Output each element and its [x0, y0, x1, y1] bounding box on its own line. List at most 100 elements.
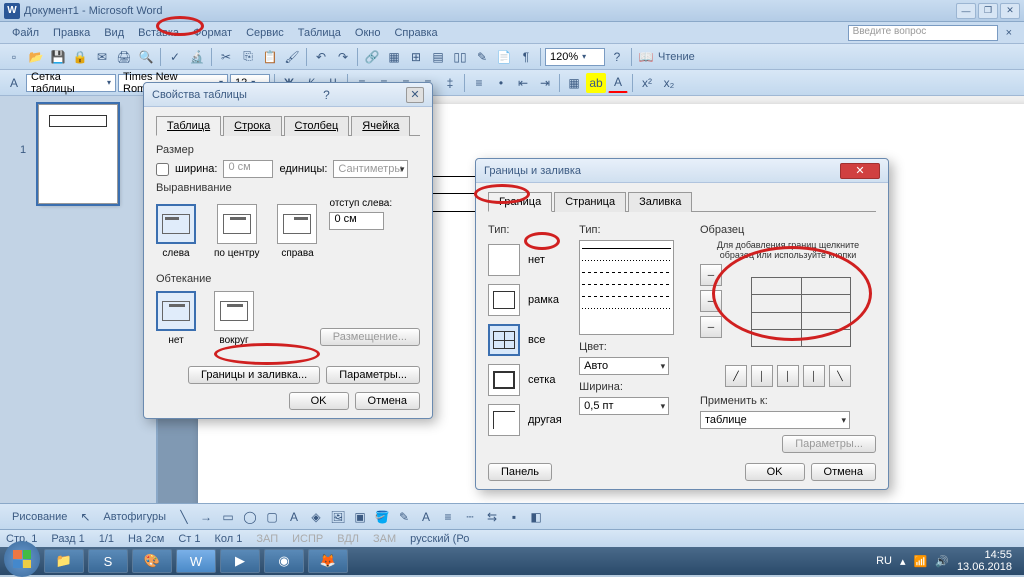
- rectangle-icon[interactable]: ▭: [218, 507, 238, 527]
- tray-date[interactable]: 13.06.2018: [957, 561, 1012, 573]
- menu-edit[interactable]: Правка: [47, 25, 96, 41]
- dialog1-cancel-button[interactable]: Отмена: [355, 392, 420, 410]
- research-icon[interactable]: 🔬: [187, 47, 207, 67]
- textbox-icon[interactable]: ▢: [262, 507, 282, 527]
- preview-left-button[interactable]: │: [751, 365, 773, 387]
- styles-pane-icon[interactable]: A: [4, 73, 24, 93]
- tab-page[interactable]: Страница: [554, 192, 626, 212]
- line-spacing-icon[interactable]: ‡: [440, 73, 460, 93]
- width-checkbox[interactable]: [156, 163, 169, 176]
- hyperlink-icon[interactable]: 🔗: [362, 47, 382, 67]
- tray-time[interactable]: 14:55: [957, 549, 1012, 561]
- indent-input[interactable]: 0 см: [329, 212, 384, 230]
- wrap-around-option[interactable]: [214, 291, 254, 331]
- tab-table[interactable]: Таблица: [156, 116, 221, 136]
- border-custom-option[interactable]: [488, 404, 520, 436]
- color-select[interactable]: Авто: [579, 357, 669, 375]
- columns-icon[interactable]: ▯▯: [450, 47, 470, 67]
- fill-color-icon[interactable]: 🪣: [372, 507, 392, 527]
- shadow-icon[interactable]: ▪: [504, 507, 524, 527]
- dialog2-close-button[interactable]: ✕: [840, 163, 880, 179]
- arrow-style-icon[interactable]: ⇆: [482, 507, 502, 527]
- task-firefox[interactable]: 🦊: [308, 549, 348, 573]
- dialog1-close-button[interactable]: ✕: [406, 87, 424, 103]
- menu-file[interactable]: Файл: [6, 25, 45, 41]
- copy-icon[interactable]: ⎘: [238, 47, 258, 67]
- insert-table-icon[interactable]: ⊞: [406, 47, 426, 67]
- task-media[interactable]: ▶: [220, 549, 260, 573]
- params-button[interactable]: Параметры...: [326, 366, 420, 384]
- line-style-list[interactable]: [579, 240, 674, 335]
- show-marks-icon[interactable]: ¶: [516, 47, 536, 67]
- reading-mode-icon[interactable]: 📖: [636, 47, 656, 67]
- 3d-icon[interactable]: ◧: [526, 507, 546, 527]
- line-style-icon[interactable]: ≡: [438, 507, 458, 527]
- font-color-draw-icon[interactable]: A: [416, 507, 436, 527]
- line-icon[interactable]: ╲: [174, 507, 194, 527]
- redo-icon[interactable]: ↷: [333, 47, 353, 67]
- borders-icon[interactable]: ▦: [564, 73, 584, 93]
- tray-volume-icon[interactable]: 🔊: [935, 555, 949, 568]
- task-paint[interactable]: 🎨: [132, 549, 172, 573]
- undo-icon[interactable]: ↶: [311, 47, 331, 67]
- apply-to-select[interactable]: таблице: [700, 411, 850, 429]
- arrow-icon[interactable]: →: [196, 507, 216, 527]
- menu-insert[interactable]: Вставка: [132, 25, 185, 41]
- clipart-icon[interactable]: 🖼: [328, 507, 348, 527]
- task-skype[interactable]: S: [88, 549, 128, 573]
- zoom-combo[interactable]: 120%▾: [545, 48, 605, 66]
- indent-icon[interactable]: ⇥: [535, 73, 555, 93]
- border-none-option[interactable]: [488, 244, 520, 276]
- help-icon[interactable]: ?: [607, 47, 627, 67]
- panel-button[interactable]: Панель: [488, 463, 552, 481]
- save-icon[interactable]: 💾: [48, 47, 68, 67]
- task-chrome[interactable]: ◉: [264, 549, 304, 573]
- reading-label[interactable]: Чтение: [658, 51, 695, 63]
- doc-map-icon[interactable]: 📄: [494, 47, 514, 67]
- help-search-input[interactable]: Введите вопрос: [848, 25, 998, 41]
- border-grid-option[interactable]: [488, 364, 520, 396]
- menu-window[interactable]: Окно: [349, 25, 387, 41]
- page-thumbnail[interactable]: [38, 104, 118, 204]
- dialog1-help-icon[interactable]: ?: [316, 85, 336, 105]
- picture-icon[interactable]: ▣: [350, 507, 370, 527]
- align-right-option[interactable]: [277, 204, 317, 244]
- tray-flag-icon[interactable]: ▴: [900, 555, 906, 568]
- format-painter-icon[interactable]: 🖌: [282, 47, 302, 67]
- tab-column[interactable]: Столбец: [284, 116, 350, 136]
- menu-format[interactable]: Формат: [187, 25, 238, 41]
- diagram-icon[interactable]: ◈: [306, 507, 326, 527]
- close-button[interactable]: ✕: [1000, 3, 1020, 19]
- units-select[interactable]: Сантиметры: [333, 160, 408, 178]
- oval-icon[interactable]: ◯: [240, 507, 260, 527]
- spelling-icon[interactable]: ✓: [165, 47, 185, 67]
- tray-lang[interactable]: RU: [876, 555, 892, 567]
- highlight-icon[interactable]: ab: [586, 73, 606, 93]
- paste-icon[interactable]: 📋: [260, 47, 280, 67]
- preview-bottom-button[interactable]: ─: [700, 316, 722, 338]
- style-combo[interactable]: Сетка таблицы▾: [26, 74, 116, 92]
- placement-button[interactable]: Размещение...: [320, 328, 420, 346]
- wordart-icon[interactable]: A: [284, 507, 304, 527]
- bullets-icon[interactable]: •: [491, 73, 511, 93]
- width-input[interactable]: 0 см: [223, 160, 273, 178]
- align-center-option[interactable]: [217, 204, 257, 244]
- dialog2-params-button[interactable]: Параметры...: [782, 435, 876, 453]
- permission-icon[interactable]: 🔒: [70, 47, 90, 67]
- menu-tools[interactable]: Сервис: [240, 25, 290, 41]
- preview-top-button[interactable]: ─: [700, 264, 722, 286]
- excel-icon[interactable]: ▤: [428, 47, 448, 67]
- line-width-select[interactable]: 0,5 пт: [579, 397, 669, 415]
- preview-icon[interactable]: 🔍: [136, 47, 156, 67]
- tab-shading[interactable]: Заливка: [628, 192, 692, 212]
- border-all-option[interactable]: [488, 324, 520, 356]
- task-word[interactable]: W: [176, 549, 216, 573]
- drawing-menu[interactable]: Рисование: [6, 511, 73, 523]
- autoshapes-menu[interactable]: Автофигуры: [97, 511, 172, 523]
- menu-view[interactable]: Вид: [98, 25, 130, 41]
- preview-diag2-button[interactable]: ╲: [829, 365, 851, 387]
- preview-right-button[interactable]: │: [803, 365, 825, 387]
- open-icon[interactable]: 📂: [26, 47, 46, 67]
- menu-table[interactable]: Таблица: [292, 25, 347, 41]
- wrap-none-option[interactable]: [156, 291, 196, 331]
